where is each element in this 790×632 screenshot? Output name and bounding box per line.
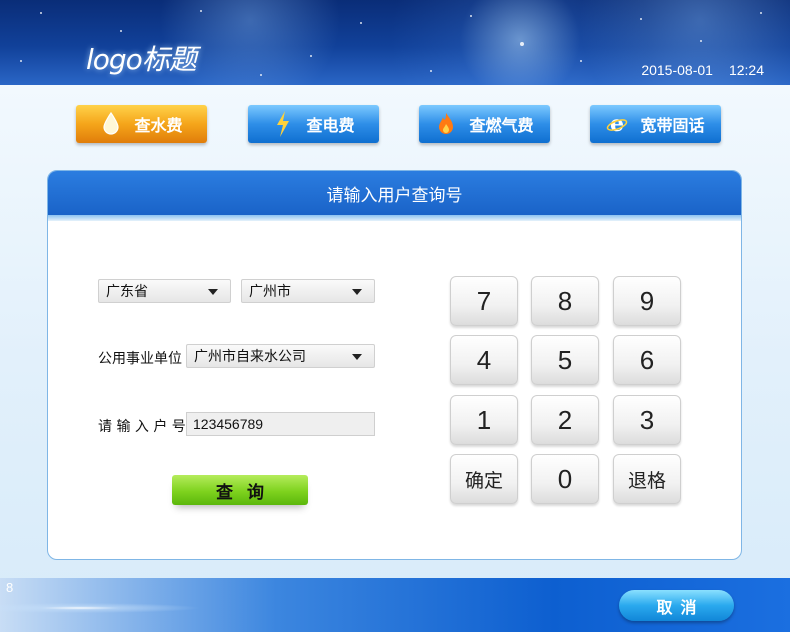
unit-value: 广州市自来水公司 xyxy=(194,349,306,365)
electric-fee-label: 查电费 xyxy=(306,116,355,135)
key-6[interactable]: 6 xyxy=(613,335,681,385)
key-0[interactable]: 0 xyxy=(531,454,599,504)
chevron-down-icon xyxy=(352,289,362,295)
browser-e-icon: e xyxy=(606,112,628,136)
water-fee-label: 查水费 xyxy=(134,116,183,135)
key-backspace[interactable]: 退格 xyxy=(613,454,681,504)
footer-mark: 8 xyxy=(6,580,14,595)
province-value: 广东省 xyxy=(106,284,148,300)
broadband-phone-button[interactable]: e 宽带固话 xyxy=(590,105,721,143)
city-value: 广州市 xyxy=(249,284,291,300)
logo-title: logo标题 xyxy=(86,43,197,76)
key-7[interactable]: 7 xyxy=(450,276,518,326)
key-4[interactable]: 4 xyxy=(450,335,518,385)
gas-fee-label: 查燃气费 xyxy=(469,116,534,135)
key-5[interactable]: 5 xyxy=(531,335,599,385)
time-text: 12:24 xyxy=(728,62,764,78)
unit-label: 公用事业单位 xyxy=(98,351,182,367)
broadband-phone-label: 宽带固话 xyxy=(640,116,705,135)
water-drop-icon xyxy=(100,112,122,136)
svg-text:e: e xyxy=(610,113,624,135)
key-confirm[interactable]: 确定 xyxy=(450,454,518,504)
chevron-down-icon xyxy=(352,354,362,360)
key-1[interactable]: 1 xyxy=(450,395,518,445)
query-button[interactable]: 查询 xyxy=(172,475,308,505)
lightning-icon xyxy=(272,111,294,137)
account-label: 请 输 入 户 号 xyxy=(98,419,186,435)
electric-fee-button[interactable]: 查电费 xyxy=(248,105,379,143)
chevron-down-icon xyxy=(208,289,218,295)
water-fee-button[interactable]: 查水费 xyxy=(76,105,207,143)
query-panel: 请输入用户查询号 广东省 广州市 公用事业单位 广州市自来水公司 请 输 入 户… xyxy=(47,170,742,560)
city-select[interactable]: 广州市 xyxy=(241,279,375,303)
unit-select[interactable]: 广州市自来水公司 xyxy=(186,344,375,368)
key-3[interactable]: 3 xyxy=(613,395,681,445)
key-9[interactable]: 9 xyxy=(613,276,681,326)
panel-title: 请输入用户查询号 xyxy=(48,171,741,215)
panel-divider xyxy=(48,215,741,221)
header-banner: logo标题 2015-08-01 12:24 xyxy=(0,0,790,85)
key-8[interactable]: 8 xyxy=(531,276,599,326)
province-select[interactable]: 广东省 xyxy=(98,279,231,303)
datetime: 2015-08-01 12:24 xyxy=(641,62,764,78)
key-2[interactable]: 2 xyxy=(531,395,599,445)
date-text: 2015-08-01 xyxy=(641,62,713,78)
flame-icon xyxy=(435,112,457,136)
gas-fee-button[interactable]: 查燃气费 xyxy=(419,105,550,143)
cancel-button[interactable]: 取消 xyxy=(619,590,734,621)
account-input[interactable]: 123456789 xyxy=(186,412,375,436)
